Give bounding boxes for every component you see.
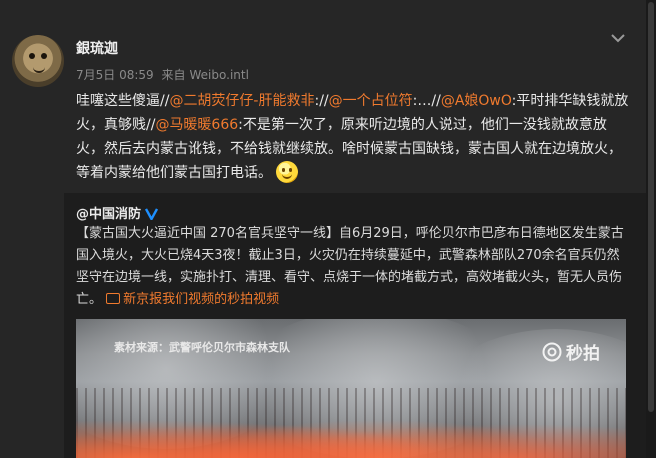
- fire-glow: [76, 398, 626, 458]
- post-text-segment: 哇噻这些傻逼//: [76, 93, 170, 109]
- post-meta: 7月5日 08:59 来自 Weibo.intl: [76, 66, 253, 83]
- mention-link[interactable]: @二胡荧仔仔-肝能救非: [169, 93, 314, 109]
- repost-author[interactable]: @中国消防: [76, 203, 159, 222]
- repost-card: @中国消防 【蒙古国大火逼近中国 270名官兵坚守一线】自6月29日，呼伦贝尔市…: [64, 193, 646, 458]
- media-source-caption: 素材来源：武警呼伦贝尔市森林支队: [114, 341, 290, 354]
- video-link-label: 新京报我们视频的秒拍视频: [123, 292, 280, 307]
- smile-emoji-icon: [276, 161, 298, 183]
- chevron-down-icon[interactable]: [611, 33, 625, 43]
- repost-author-name[interactable]: @中国消防: [76, 207, 141, 222]
- repost-text: 【蒙古国大火逼近中国 270名官兵坚守一线】自6月29日，呼伦贝尔市巴彦布日德地…: [76, 223, 631, 311]
- scrollbar[interactable]: [646, 0, 656, 458]
- post-source[interactable]: Weibo.intl: [190, 68, 249, 82]
- verified-icon: [145, 208, 159, 220]
- avatar-eye: [29, 53, 35, 59]
- video-link[interactable]: 新京报我们视频的秒拍视频: [106, 292, 279, 307]
- avatar[interactable]: [12, 35, 64, 87]
- watermark-label: 秒拍: [566, 344, 600, 364]
- camera-icon: [542, 342, 562, 361]
- mention-link[interactable]: @一个占位符: [329, 93, 413, 109]
- avatar-mouth: [33, 65, 45, 73]
- video-icon: [106, 293, 121, 304]
- miaopai-watermark: 秒拍: [542, 339, 600, 364]
- post-date[interactable]: 7月5日 08:59: [76, 68, 154, 82]
- weibo-post-card: 銀琉迦 7月5日 08:59 来自 Weibo.intl 哇噻这些傻逼//@二胡荧…: [0, 0, 646, 458]
- avatar-eye: [41, 53, 47, 59]
- mention-link[interactable]: @A娘OwO: [441, 93, 512, 109]
- post-text-segment: :…//: [412, 93, 441, 109]
- username[interactable]: 銀琉迦: [76, 38, 118, 58]
- scrollbar-thumb[interactable]: [648, 2, 654, 412]
- video-thumbnail[interactable]: 素材来源：武警呼伦贝尔市森林支队 秒拍: [76, 319, 626, 458]
- mention-link[interactable]: @马暖暖666: [155, 117, 238, 133]
- post-text: 哇噻这些傻逼//@二胡荧仔仔-肝能救非://@一个占位符:…//@A娘OwO:平…: [76, 89, 632, 185]
- post-text-segment: ://: [314, 93, 329, 109]
- source-prefix: 来自: [161, 68, 186, 82]
